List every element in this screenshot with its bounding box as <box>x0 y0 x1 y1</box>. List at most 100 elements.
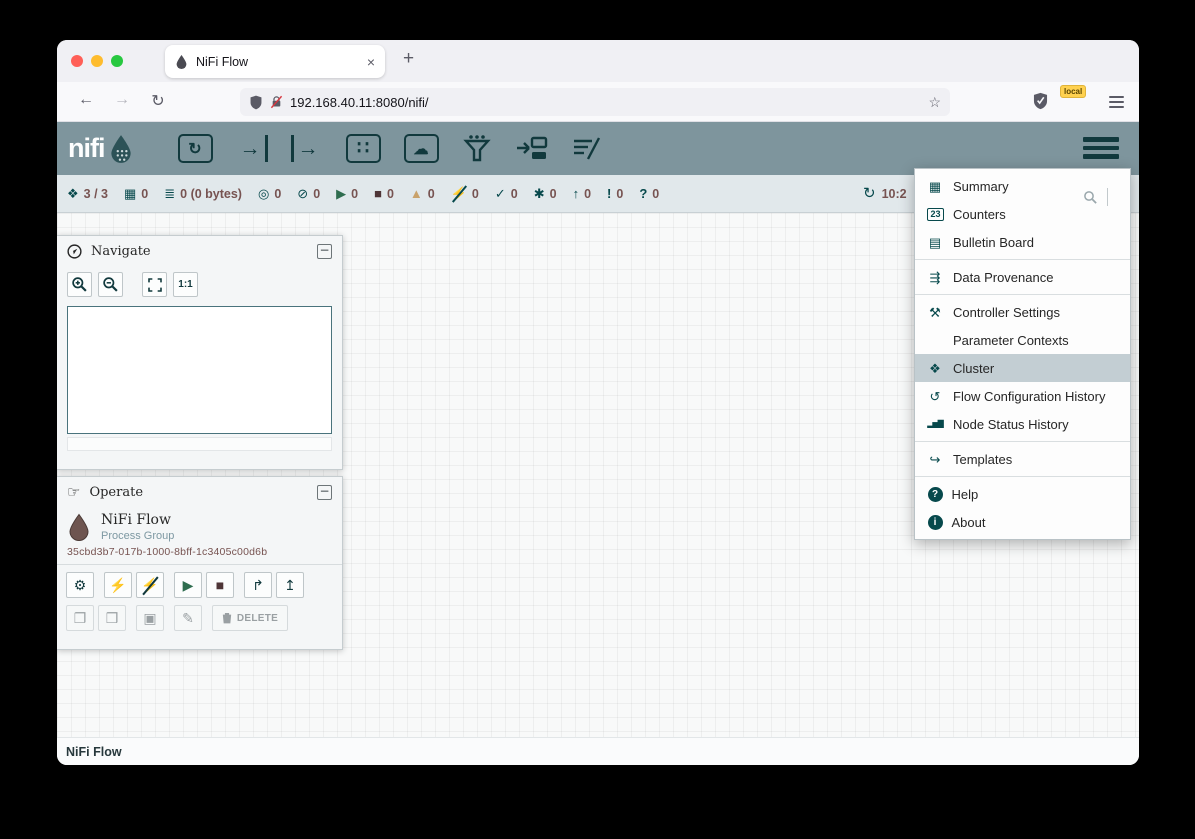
enable-button[interactable]: ⚡ <box>104 572 132 598</box>
disabled-count: 0 <box>472 187 479 201</box>
stale-count: 0 <box>584 187 591 201</box>
global-menu-dropdown: ▦Summary 23Counters ▤Bulletin Board ⇶Dat… <box>914 168 1131 540</box>
search-icon[interactable] <box>1083 190 1098 205</box>
menu-item-data-provenance[interactable]: ⇶Data Provenance <box>915 263 1130 291</box>
zoom-in-button[interactable] <box>67 272 92 297</box>
search-divider <box>1107 188 1108 206</box>
fill-color-button[interactable]: ✎ <box>174 605 202 631</box>
browser-tab[interactable]: NiFi Flow × <box>165 45 385 78</box>
group-icon: ▣ <box>143 610 156 627</box>
selected-component-id[interactable]: 35cbd3b7-017b-1000-8bff-1c3405c00d6b <box>57 543 342 564</box>
stale-status: ↑0 <box>573 187 591 201</box>
delete-button[interactable]: DELETE <box>212 605 288 631</box>
menu-item-about[interactable]: iAbout <box>915 508 1130 536</box>
disabled-icon: ⚡ <box>451 187 467 200</box>
operate-collapse-button[interactable]: − <box>317 485 332 500</box>
running-icon: ▶ <box>336 187 346 200</box>
breadcrumb[interactable]: NiFi Flow <box>66 745 122 759</box>
gear-icon: ⚙ <box>74 577 87 594</box>
menu-item-cluster[interactable]: ❖Cluster <box>915 354 1130 382</box>
canvas-search <box>1083 188 1108 206</box>
disable-button[interactable]: ⚡ <box>136 572 164 598</box>
zoom-out-button[interactable] <box>98 272 123 297</box>
global-menu-button[interactable] <box>1083 137 1119 163</box>
stopped-count: 0 <box>387 187 394 201</box>
maximize-window-button[interactable] <box>111 55 123 67</box>
menu-item-templates[interactable]: ↪Templates <box>915 445 1130 473</box>
menu-item-label: Node Status History <box>953 417 1069 432</box>
reload-button[interactable]: ↻ <box>143 91 173 111</box>
shield-check-icon[interactable] <box>1032 92 1049 115</box>
active-threads-count: 0 <box>141 187 148 201</box>
operate-panel-title: Operate <box>89 485 143 500</box>
menu-item-bulletin-board[interactable]: ▤Bulletin Board <box>915 228 1130 256</box>
queued-count: 0 (0 bytes) <box>180 187 242 201</box>
template-icon[interactable] <box>515 135 549 162</box>
upload-template-button[interactable]: ↥ <box>276 572 304 598</box>
transmitting-status: ◎0 <box>258 187 281 201</box>
invalid-status: ▲0 <box>410 187 435 201</box>
delete-button-label: DELETE <box>237 613 278 624</box>
locally-modified-status: ✱0 <box>534 187 557 201</box>
insecure-lock-icon[interactable] <box>270 95 283 109</box>
menu-item-label: Counters <box>953 207 1006 222</box>
up-to-date-icon: ✓ <box>495 187 506 200</box>
stopped-icon: ■ <box>374 187 382 200</box>
operate-divider <box>57 564 342 565</box>
forward-button[interactable]: → <box>107 91 137 109</box>
summary-table-icon: ▦ <box>926 180 944 193</box>
stopped-status: ■0 <box>374 187 394 201</box>
menu-item-parameter-contexts[interactable]: Parameter Contexts <box>915 326 1130 354</box>
stop-icon: ■ <box>216 577 224 593</box>
connected-nodes-status: ❖3 / 3 <box>67 187 108 201</box>
paste-button[interactable]: ❒ <box>98 605 126 631</box>
menu-item-controller-settings[interactable]: ⚒Controller Settings <box>915 298 1130 326</box>
process-group-icon[interactable]: ∷ <box>346 134 381 163</box>
birdseye-strip <box>67 437 332 451</box>
new-tab-button[interactable]: + <box>403 48 414 70</box>
label-icon[interactable] <box>572 135 602 162</box>
active-threads-status: ▦0 <box>124 187 148 201</box>
output-port-icon[interactable]: → <box>291 135 323 162</box>
url-bar[interactable]: 192.168.40.11:8080/nifi/ ☆ <box>240 88 950 116</box>
zoom-actual-button[interactable]: 1:1 <box>173 272 198 297</box>
tracking-protection-shield-icon[interactable] <box>249 95 263 110</box>
copy-button[interactable]: ❐ <box>66 605 94 631</box>
processor-icon[interactable]: ↻ <box>178 134 213 163</box>
stop-button[interactable]: ■ <box>206 572 234 598</box>
bookmark-star-icon[interactable]: ☆ <box>928 94 941 111</box>
menu-separator <box>915 294 1130 295</box>
queued-status: ≣0 (0 bytes) <box>164 187 242 201</box>
menu-item-label: Summary <box>953 179 1009 194</box>
birdseye-minimap[interactable] <box>67 306 332 434</box>
menu-item-help[interactable]: ?Help <box>915 480 1130 508</box>
menu-item-node-status-history[interactable]: ▂▅▇Node Status History <box>915 410 1130 438</box>
navigate-collapse-button[interactable]: − <box>317 244 332 259</box>
group-button[interactable]: ▣ <box>136 605 164 631</box>
tab-title: NiFi Flow <box>196 55 359 69</box>
sync-failure-status: ?0 <box>639 187 659 201</box>
operate-hand-icon: ☞ <box>67 483 80 501</box>
invalid-count: 0 <box>428 187 435 201</box>
zoom-fit-button[interactable] <box>142 272 167 297</box>
menu-item-label: Parameter Contexts <box>953 333 1069 348</box>
remote-process-group-icon[interactable]: ☁ <box>404 134 439 163</box>
tab-close-icon[interactable]: × <box>367 54 375 70</box>
input-port-icon[interactable]: → <box>236 135 268 162</box>
history-icon: ↺ <box>926 390 944 403</box>
menu-item-flow-configuration-history[interactable]: ↺Flow Configuration History <box>915 382 1130 410</box>
navigate-panel-title: Navigate <box>91 244 151 259</box>
locally-modified-icon: ✱ <box>534 187 545 200</box>
breadcrumb-bar: NiFi Flow <box>57 737 1139 765</box>
refresh-icon[interactable]: ↻ <box>863 186 876 201</box>
create-template-button[interactable]: ↱ <box>244 572 272 598</box>
back-button[interactable]: ← <box>71 91 101 109</box>
close-window-button[interactable] <box>71 55 83 67</box>
sync-failure-count: 0 <box>652 187 659 201</box>
configuration-button[interactable]: ⚙ <box>66 572 94 598</box>
start-button[interactable]: ▶ <box>174 572 202 598</box>
firefox-menu-button[interactable] <box>1109 93 1124 111</box>
funnel-icon[interactable] <box>462 134 492 163</box>
minimize-window-button[interactable] <box>91 55 103 67</box>
locally-modified-and-stale-status: !0 <box>607 187 623 201</box>
